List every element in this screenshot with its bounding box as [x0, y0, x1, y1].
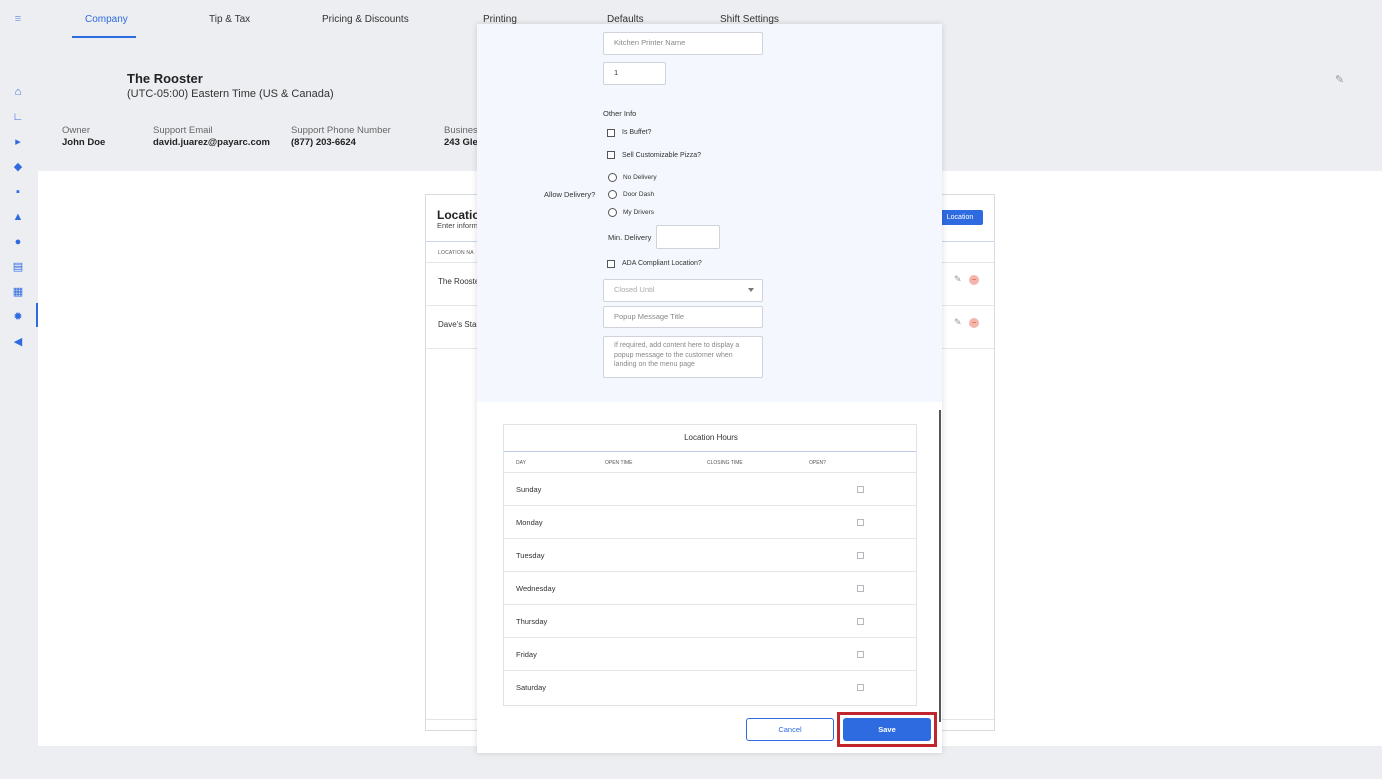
location-edit-modal: Kitchen Printer Name 1 Other Info Is Buf…	[477, 24, 942, 753]
allow-delivery-label: Allow Delivery?	[544, 190, 596, 199]
edit-pencil-icon[interactable]: ✎	[954, 317, 962, 328]
delete-icon[interactable]: −	[969, 275, 979, 285]
tab-pricing-discounts[interactable]: Pricing & Discounts	[322, 14, 409, 25]
printer-count-input[interactable]: 1	[603, 62, 666, 85]
location-name-column: LOCATION NA	[438, 250, 474, 256]
open-checkbox[interactable]	[857, 486, 864, 493]
table-row: Tuesday	[504, 539, 916, 572]
day-name: Thursday	[516, 617, 548, 626]
open-checkbox[interactable]	[857, 651, 864, 658]
chevron-down-icon	[748, 288, 754, 292]
open-checkbox[interactable]	[857, 618, 864, 625]
is-buffet-label: Is Buffet?	[622, 129, 652, 136]
home-icon[interactable]: ⌂	[11, 85, 25, 99]
location-name: Dave's Stan	[438, 320, 481, 329]
is-buffet-checkbox[interactable]	[607, 129, 615, 137]
closing-time-column: CLOSING TIME	[707, 460, 743, 466]
my-drivers-label: My Drivers	[623, 209, 655, 216]
location-hours-title: Location Hours	[684, 433, 738, 442]
ada-compliant-checkbox[interactable]	[607, 260, 615, 268]
table-row: Saturday	[504, 671, 916, 704]
open-checkbox[interactable]	[857, 519, 864, 526]
edit-company-pencil-icon[interactable]: ✎	[1335, 73, 1344, 86]
save-button-highlight	[837, 712, 937, 747]
no-delivery-label: No Delivery	[623, 174, 657, 181]
modal-scrollbar[interactable]	[939, 410, 941, 722]
reports-icon[interactable]: ∟	[11, 110, 25, 124]
no-delivery-radio[interactable]	[608, 173, 617, 182]
day-name: Sunday	[516, 485, 542, 494]
open-checkbox[interactable]	[857, 552, 864, 559]
support-email-label: Support Email	[153, 125, 213, 136]
add-location-button[interactable]: Location	[937, 210, 983, 225]
location-name: The Rooste	[438, 277, 480, 286]
active-tab-underline	[72, 36, 136, 38]
door-dash-radio[interactable]	[608, 190, 617, 199]
day-name: Tuesday	[516, 551, 545, 560]
business-address-value: 243 Gle	[444, 137, 478, 148]
day-name: Monday	[516, 518, 543, 527]
day-name: Friday	[516, 650, 537, 659]
settings-icon[interactable]: ✹	[11, 310, 25, 324]
table-row: Sunday	[504, 473, 916, 506]
delete-icon[interactable]: −	[969, 318, 979, 328]
min-delivery-label: Min. Delivery	[608, 233, 652, 242]
popup-message-content-textarea[interactable]: If required, add content here to display…	[603, 336, 763, 378]
my-drivers-radio[interactable]	[608, 208, 617, 217]
support-phone-label: Support Phone Number	[291, 125, 391, 136]
open-column: OPEN?	[809, 460, 826, 466]
locations-subtitle: Enter inform	[437, 221, 478, 230]
hours-table-header: DAY OPEN TIME CLOSING TIME OPEN?	[504, 451, 916, 473]
tab-company[interactable]: Company	[85, 14, 128, 25]
company-name: The Rooster	[127, 71, 203, 86]
orders-icon[interactable]: ▪	[11, 185, 25, 199]
marketing-icon[interactable]: ▲	[11, 210, 25, 224]
left-nav-rail: ≡ ⌂ ∟ ▸ ◆ ▪ ▲ ● ▤ ▦ ✹ ◀	[0, 0, 38, 779]
menu-icon[interactable]: ≡	[11, 12, 25, 26]
tags-icon[interactable]: ▸	[11, 135, 25, 149]
business-address-label: Busines	[444, 125, 478, 136]
table-row: Monday	[504, 506, 916, 539]
edit-pencil-icon[interactable]: ✎	[954, 274, 962, 285]
cancel-button[interactable]: Cancel	[746, 718, 834, 741]
closed-until-select[interactable]: Closed Until	[603, 279, 763, 302]
day-column: DAY	[516, 460, 526, 466]
documents-icon[interactable]: ▦	[11, 285, 25, 299]
support-email-value: david.juarez@payarc.com	[153, 137, 270, 148]
table-row: Friday	[504, 638, 916, 671]
day-name: Saturday	[516, 683, 547, 692]
owner-value: John Doe	[62, 137, 106, 148]
open-checkbox[interactable]	[857, 684, 864, 691]
popup-message-title-input[interactable]: Popup Message Title	[603, 306, 763, 328]
owner-label: Owner	[62, 125, 90, 136]
support-phone-value: (877) 203-6624	[291, 137, 356, 148]
open-time-column: OPEN TIME	[605, 460, 633, 466]
table-row: Thursday	[504, 605, 916, 638]
door-dash-label: Door Dash	[623, 191, 655, 198]
ada-compliant-label: ADA Compliant Location?	[622, 260, 702, 267]
closed-until-value: Closed Until	[614, 285, 655, 294]
location-hours-table: Location Hours DAY OPEN TIME CLOSING TIM…	[503, 424, 917, 706]
tab-tip-tax[interactable]: Tip & Tax	[209, 14, 250, 25]
min-delivery-input[interactable]	[656, 225, 720, 249]
other-info-label: Other Info	[603, 109, 637, 118]
day-name: Wednesday	[516, 584, 556, 593]
modal-form-section: Kitchen Printer Name 1 Other Info Is Buf…	[477, 24, 942, 402]
table-row: Wednesday	[504, 572, 916, 605]
inventory-icon[interactable]: ▤	[11, 260, 25, 274]
logout-icon[interactable]: ◀	[11, 335, 25, 349]
kitchen-printer-name-input[interactable]: Kitchen Printer Name	[603, 32, 763, 55]
customizable-pizza-label: Sell Customizable Pizza?	[622, 152, 701, 159]
company-timezone: (UTC-05:00) Eastern Time (US & Canada)	[127, 88, 334, 100]
menu-items-icon[interactable]: ◆	[11, 160, 25, 174]
open-checkbox[interactable]	[857, 585, 864, 592]
customizable-pizza-checkbox[interactable]	[607, 151, 615, 159]
user-icon[interactable]: ●	[11, 235, 25, 249]
